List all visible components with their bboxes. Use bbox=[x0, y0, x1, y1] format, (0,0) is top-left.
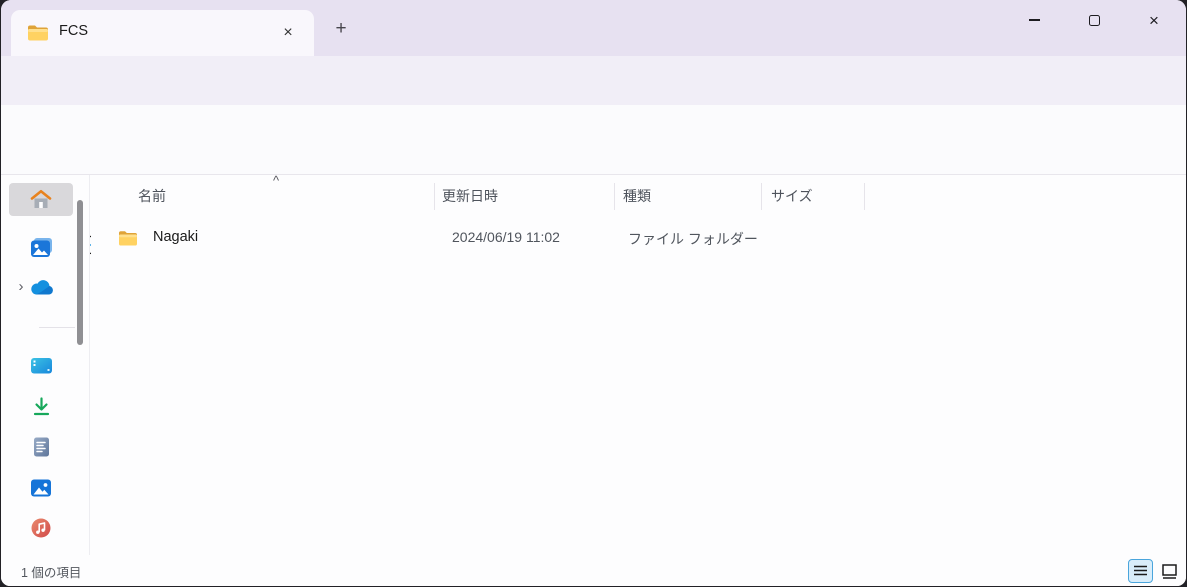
sidebar-scrollbar[interactable] bbox=[77, 200, 83, 345]
file-row[interactable]: Nagaki 2024/06/19 11:02 ファイル フォルダー bbox=[101, 221, 1175, 255]
minimize-button[interactable] bbox=[1011, 0, 1057, 40]
sidebar-item-pictures[interactable] bbox=[9, 471, 73, 504]
downloads-icon bbox=[31, 396, 52, 417]
videos-icon bbox=[30, 356, 53, 375]
sort-ascending-icon: ^ bbox=[273, 173, 279, 188]
file-list: ^ 名前 更新日時 種類 サイズ Nagaki 2024/06/19 11:02… bbox=[91, 175, 1185, 555]
folder-icon bbox=[118, 230, 138, 246]
column-resize-handle[interactable] bbox=[761, 183, 762, 210]
sidebar-item-onedrive[interactable] bbox=[9, 271, 73, 304]
sidebar-item-documents[interactable] bbox=[9, 430, 73, 463]
minimize-icon bbox=[1029, 19, 1040, 20]
onedrive-cloud-icon bbox=[29, 279, 54, 296]
column-header-name[interactable]: 名前 bbox=[138, 186, 166, 206]
navigation-pane: › bbox=[1, 175, 90, 555]
thumbnail-view-toggle[interactable] bbox=[1157, 559, 1182, 583]
column-header-type[interactable]: 種類 bbox=[623, 186, 651, 206]
documents-icon bbox=[32, 436, 51, 458]
folder-icon bbox=[27, 24, 49, 42]
navigation-bar: ← → ↑ › FCS_ProjectFolder › FCS › bbox=[1, 56, 1186, 105]
status-bar: 1 個の項目 bbox=[1, 555, 1186, 586]
maximize-button[interactable] bbox=[1071, 0, 1117, 40]
file-name: Nagaki bbox=[153, 229, 198, 245]
details-view-toggle[interactable] bbox=[1128, 559, 1153, 583]
new-tab-button[interactable]: + bbox=[327, 17, 355, 43]
gallery-icon bbox=[30, 237, 53, 258]
tab-title: FCS bbox=[59, 23, 88, 39]
pictures-icon bbox=[30, 478, 52, 498]
music-icon bbox=[30, 517, 52, 539]
file-explorer-window: FCS × + × ← → ↑ › FCS_ProjectFolder › FC… bbox=[1, 0, 1186, 586]
maximize-icon bbox=[1089, 15, 1100, 26]
column-resize-handle[interactable] bbox=[614, 183, 615, 210]
sidebar-item-videos[interactable] bbox=[9, 349, 73, 382]
titlebar: FCS × + × bbox=[1, 0, 1186, 56]
column-resize-handle[interactable] bbox=[864, 183, 865, 210]
home-icon bbox=[30, 189, 52, 210]
sidebar-item-gallery[interactable] bbox=[9, 231, 73, 264]
item-count: 1 個の項目 bbox=[21, 562, 81, 581]
sidebar-item-music[interactable] bbox=[9, 511, 73, 544]
tab-close-icon[interactable]: × bbox=[274, 19, 302, 47]
column-resize-handle[interactable] bbox=[434, 183, 435, 210]
file-type: ファイル フォルダー bbox=[628, 229, 758, 249]
explorer-tab[interactable]: FCS × bbox=[11, 10, 314, 56]
thumbnail-view-icon bbox=[1161, 563, 1178, 580]
list-view-icon bbox=[1133, 565, 1148, 577]
column-header-modified[interactable]: 更新日時 bbox=[442, 186, 498, 206]
close-button[interactable]: × bbox=[1129, 0, 1179, 40]
sidebar-item-home[interactable] bbox=[9, 183, 73, 216]
sidebar-divider bbox=[39, 327, 75, 328]
file-modified: 2024/06/19 11:02 bbox=[452, 229, 560, 245]
command-bar: 新規作成 A ↑↓ 並べ替え 表示 bbox=[1, 105, 1186, 175]
close-icon: × bbox=[1149, 12, 1159, 29]
column-header-size[interactable]: サイズ bbox=[771, 186, 813, 206]
sidebar-item-downloads[interactable] bbox=[9, 390, 73, 423]
